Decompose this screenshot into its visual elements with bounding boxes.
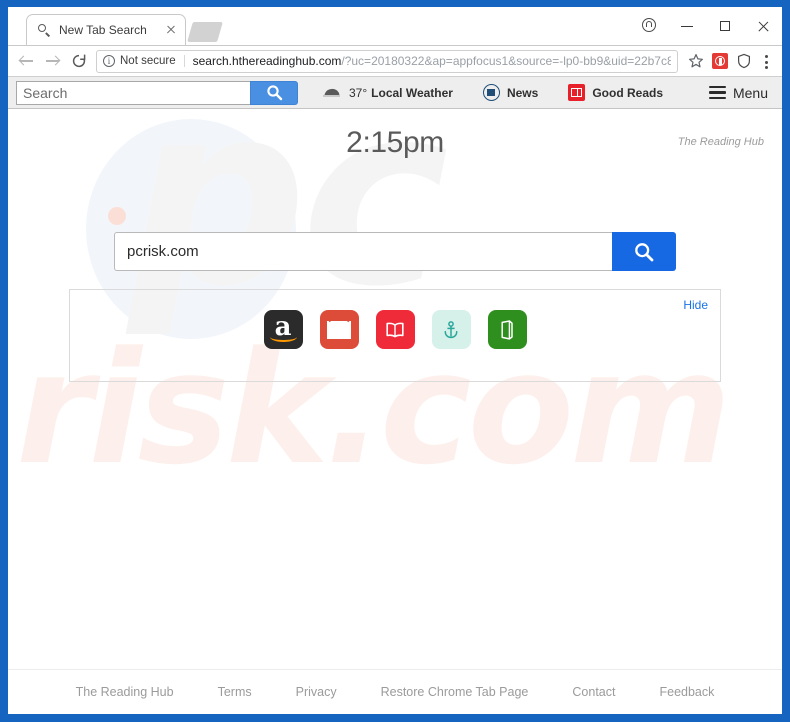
- shortcut-row: a: [70, 310, 720, 349]
- url-text: search.hthereadinghub.com/?uc=20180322&a…: [193, 54, 671, 68]
- new-tab-icon[interactable]: [187, 22, 223, 42]
- footer-link-feedback[interactable]: Feedback: [659, 685, 714, 699]
- footer-link-restore-chrome-tab-page[interactable]: Restore Chrome Tab Page: [381, 685, 529, 699]
- omnibox-row: Not secure search.hthereadinghub.com/?uc…: [8, 45, 782, 76]
- minimize-icon[interactable]: [668, 11, 706, 41]
- address-bar[interactable]: Not secure search.hthereadinghub.com/?uc…: [96, 49, 678, 73]
- maximize-icon[interactable]: [706, 11, 744, 41]
- shortcut-amazon[interactable]: a: [263, 310, 303, 349]
- clock: 2:15pm: [346, 126, 444, 159]
- browser-window: New Tab Search i Not secure search.hther…: [8, 7, 782, 714]
- closed-book-icon: [501, 319, 513, 340]
- url-host: search.hthereadinghub.com: [192, 54, 342, 68]
- footer-link-the-reading-hub[interactable]: The Reading Hub: [76, 685, 174, 699]
- security-status[interactable]: Not secure: [103, 55, 185, 67]
- star-icon[interactable]: [684, 49, 708, 73]
- info-circle-icon: [103, 55, 115, 67]
- page-content: pc risk.com 2:15pm The Reading Hub Hide: [8, 109, 782, 714]
- shortcut-open-book[interactable]: [375, 310, 415, 349]
- search-icon: [635, 242, 654, 261]
- toolbar-item-news[interactable]: News: [482, 84, 539, 101]
- browser-tab[interactable]: New Tab Search: [26, 14, 186, 45]
- newspaper-icon: [482, 84, 500, 101]
- clock-row: 2:15pm The Reading Hub: [8, 109, 782, 160]
- weather-temperature: 37°: [349, 85, 368, 100]
- toolbar-item-label: Good Reads: [592, 85, 664, 100]
- shield-icon[interactable]: [732, 49, 756, 73]
- extension-toolbar: 37° Local Weather News Good Reads Menu: [8, 76, 782, 109]
- security-label: Not secure: [120, 55, 176, 67]
- search-button[interactable]: [250, 80, 298, 105]
- gmail-envelope-icon: [327, 320, 351, 339]
- watermark: pc risk.com: [8, 109, 782, 714]
- toolbar-item-local-weather[interactable]: 37° Local Weather: [322, 86, 453, 100]
- main-search-button[interactable]: [612, 232, 676, 271]
- forward-arrow-icon[interactable]: [40, 48, 66, 74]
- hamburger-icon: [708, 86, 726, 99]
- page-footer: The Reading Hub Terms Privacy Restore Ch…: [8, 669, 782, 714]
- back-arrow-icon[interactable]: [14, 48, 40, 74]
- page-brand: The Reading Hub: [677, 136, 764, 148]
- goodreads-book-icon: [568, 84, 586, 101]
- shortcut-closed-book[interactable]: [487, 310, 527, 349]
- toolbar-search: [16, 80, 298, 105]
- extension-icon[interactable]: [708, 49, 732, 73]
- close-icon[interactable]: [163, 22, 179, 38]
- main-search: [114, 232, 676, 271]
- main-search-input[interactable]: [114, 232, 612, 271]
- shortcut-gmail[interactable]: [319, 310, 359, 349]
- footer-link-terms[interactable]: Terms: [218, 685, 252, 699]
- profile-icon[interactable]: [630, 11, 668, 41]
- footer-link-contact[interactable]: Contact: [572, 685, 615, 699]
- toolbar-item-good-reads[interactable]: Good Reads: [568, 84, 663, 101]
- toolbar-item-label: News: [506, 85, 539, 100]
- toolbar-links: 37° Local Weather News Good Reads Menu: [322, 84, 774, 101]
- toolbar-menu-button[interactable]: Menu: [708, 84, 768, 101]
- shortcut-anchor-book[interactable]: [431, 310, 471, 349]
- footer-link-privacy[interactable]: Privacy: [296, 685, 337, 699]
- toolbar-item-label: Local Weather: [371, 85, 453, 100]
- anchor-book-icon: [444, 320, 458, 338]
- url-path: /?uc=20180322&ap=appfocus1&source=-lp0-b…: [341, 54, 671, 68]
- window-controls: [630, 11, 782, 41]
- shortcuts-panel: Hide a: [69, 289, 721, 382]
- tab-title: New Tab Search: [59, 23, 147, 37]
- open-book-icon: [386, 322, 404, 337]
- kebab-menu-icon[interactable]: [756, 49, 776, 73]
- tab-strip: New Tab Search: [8, 7, 782, 45]
- close-icon[interactable]: [744, 11, 782, 41]
- desktop-background: New Tab Search i Not secure search.hther…: [0, 0, 790, 722]
- search-icon: [266, 85, 282, 101]
- search-icon: [37, 23, 51, 37]
- weather-cloud-icon: [322, 86, 342, 100]
- reload-icon[interactable]: [66, 48, 92, 74]
- amazon-swoosh-icon: [269, 332, 297, 342]
- toolbar-menu-label: Menu: [732, 84, 768, 101]
- search-input[interactable]: [16, 80, 250, 105]
